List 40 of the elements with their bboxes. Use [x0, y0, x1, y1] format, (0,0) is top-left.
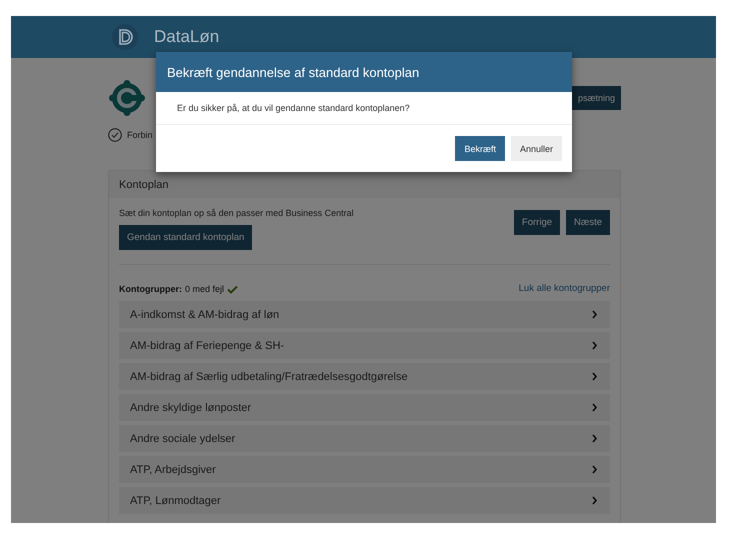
chevron-right-icon: [591, 496, 598, 505]
group-label: ATP, Lønmodtager: [130, 494, 221, 506]
group-label: Andre sociale ydelser: [130, 432, 236, 444]
panel-description: Sæt din kontoplan op så den passer med Business Central: [119, 208, 354, 218]
connection-status: Forbin: [127, 130, 153, 140]
group-label: ATP, Arbejdsgiver: [130, 464, 216, 476]
chevron-right-icon: [591, 341, 598, 350]
check-icon: [227, 284, 238, 294]
next-button[interactable]: Næste: [566, 210, 610, 235]
cancel-button[interactable]: Annuller: [510, 136, 562, 161]
setup-button[interactable]: psætning: [572, 86, 621, 110]
account-group-row[interactable]: Andre skyldige lønposter: [119, 394, 610, 421]
account-group-row[interactable]: Andre sociale ydelser: [119, 425, 610, 452]
chevron-right-icon: [591, 372, 598, 381]
chevron-right-icon: [591, 434, 598, 443]
group-label: Andre skyldige lønposter: [130, 402, 252, 414]
account-group-row[interactable]: AM-bidrag af Særlig udbetaling/Fratrædelsesgodtgørelse: [119, 363, 610, 390]
group-label: AM-bidrag af Feriepenge & SH-: [130, 340, 284, 352]
groups-status: 0 med fejl: [185, 284, 224, 294]
group-label: AM-bidrag af Særlig udbetaling/Fratrædelsesgodtgørelse: [130, 370, 408, 382]
group-label: A-indkomst & AM-bidrag af løn: [130, 308, 280, 320]
logo-icon: [112, 24, 138, 50]
confirm-button[interactable]: Bekræft: [455, 136, 505, 161]
account-group-row[interactable]: AM-bidrag af Feriepenge & SH-: [119, 332, 610, 359]
collapse-all-link[interactable]: Luk alle kontogrupper: [518, 283, 610, 294]
chevron-right-icon: [591, 310, 598, 319]
restore-button[interactable]: Gendan standard kontoplan: [119, 225, 252, 250]
app-name: DataLøn: [154, 27, 220, 47]
account-group-row[interactable]: ATP, Arbejdsgiver: [119, 456, 610, 483]
dialog-message: Er du sikker på, at du vil gendanne standard kontoplanen?: [177, 103, 410, 113]
panel-title: Kontoplan: [119, 178, 169, 190]
chevron-right-icon: [591, 403, 598, 412]
previous-button[interactable]: Forrige: [514, 210, 560, 235]
account-group-row[interactable]: A-indkomst & AM-bidrag af løn: [119, 301, 610, 328]
account-group-row[interactable]: ATP, Lønmodtager: [119, 487, 610, 514]
check-circle-icon: [108, 128, 122, 142]
groups-label: Kontogrupper:: [119, 284, 182, 294]
dialog-title: Bekræft gendannelse af standard kontoplan: [167, 64, 420, 80]
company-logo-icon: [109, 80, 145, 116]
chevron-right-icon: [591, 465, 598, 474]
